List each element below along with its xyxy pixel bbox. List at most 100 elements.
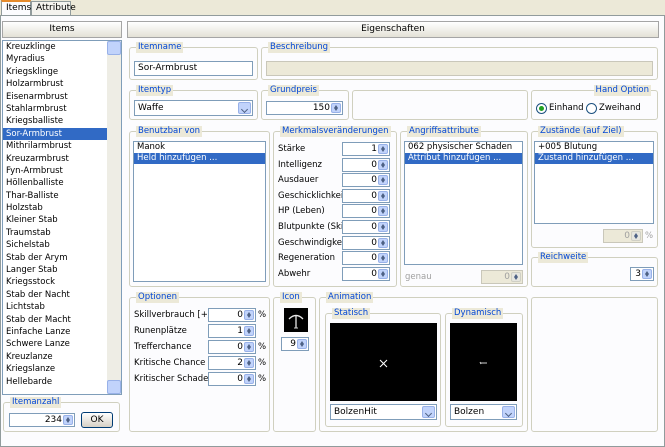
item-list-item[interactable]: Kriegslanze	[3, 363, 121, 375]
item-list-item[interactable]: Holzarmbrust	[3, 78, 121, 90]
zustand-list-item[interactable]: +005 Blutung	[535, 142, 653, 153]
item-list-item[interactable]: Hellebarde	[3, 376, 121, 388]
item-list-item[interactable]: Holzstab	[3, 202, 121, 214]
chevron-down-icon[interactable]	[238, 102, 251, 114]
spinner-arrows-icon[interactable]	[378, 206, 388, 217]
item-list-item[interactable]: Stab der Nacht	[3, 289, 121, 301]
spinner-arrows-icon[interactable]	[244, 326, 254, 336]
item-list-item[interactable]: Traumstab	[3, 227, 121, 239]
einhand-radio[interactable]	[536, 103, 547, 114]
chevron-down-icon[interactable]	[502, 406, 515, 418]
item-list-item[interactable]: Kreuzklinge	[3, 41, 121, 53]
angriff-list-item[interactable]: 062 physischer Schaden	[405, 142, 522, 153]
item-list-item[interactable]: Stahlarmbrust	[3, 103, 121, 115]
benutzbar-list-item[interactable]: Held hinzufügen ...	[134, 153, 265, 164]
spinner-arrows-icon[interactable]	[244, 358, 254, 368]
spinner-arrows-icon[interactable]	[378, 144, 388, 154]
spinner-arrows-icon[interactable]	[244, 342, 254, 352]
item-list-item[interactable]: Kleiner Stab	[3, 214, 121, 226]
merkmal-spinner[interactable]: 0	[342, 173, 390, 188]
itemname-input[interactable]: Sor-Armbrust	[134, 61, 253, 76]
merkmal-spinner[interactable]: 0	[342, 251, 390, 266]
item-list-item[interactable]: Kriegsstock	[3, 276, 121, 288]
spinner-arrows-icon[interactable]	[378, 222, 388, 232]
itemtyp-label: Itemtyp	[136, 85, 174, 96]
spinner-arrows-icon[interactable]	[378, 237, 388, 248]
spinner-arrows-icon[interactable]	[642, 269, 652, 279]
chevron-down-icon[interactable]	[422, 406, 435, 418]
statisch-select[interactable]: BolzenHit	[330, 404, 437, 420]
item-list-item[interactable]: Schwere Lanze	[3, 338, 121, 350]
option-spinner[interactable]: 0	[208, 308, 256, 322]
genau-spinner[interactable]: 0	[481, 270, 523, 284]
item-list-item[interactable]: Stab der Macht	[3, 314, 121, 326]
spinner-arrows-icon[interactable]	[297, 339, 307, 349]
item-list-item[interactable]: Thar-Balliste	[3, 190, 121, 202]
benutzbar-list-item[interactable]: Manok	[134, 142, 265, 153]
merkmal-spinner[interactable]: 0	[342, 235, 390, 250]
item-list-item[interactable]: Höllenballiste	[3, 177, 121, 189]
spinner-arrows-icon[interactable]	[244, 374, 254, 384]
option-spinner[interactable]: 0	[208, 372, 256, 386]
item-list-item[interactable]: Eisenarmbrust	[3, 91, 121, 103]
zweihand-radio[interactable]	[586, 103, 597, 114]
merkmal-spinner[interactable]: 0	[342, 188, 390, 203]
benutzbar-list[interactable]: Manok Held hinzufügen ...	[133, 141, 266, 282]
item-list-item[interactable]: Stab der Arym	[3, 252, 121, 264]
merkmal-spinner[interactable]: 0	[342, 266, 390, 281]
spinner-arrows-icon[interactable]	[378, 190, 388, 201]
spinner-arrows-icon[interactable]	[378, 159, 388, 170]
angriff-list-item[interactable]: Attribut hinzufügen ...	[405, 153, 522, 164]
reichweite-spinner[interactable]: 3	[630, 267, 654, 281]
item-list-item[interactable]: Kreuzlanze	[3, 351, 121, 363]
item-list-item[interactable]: Langer Stab	[3, 264, 121, 276]
tab-attribute[interactable]: Attribute	[31, 1, 76, 15]
zustaende-list[interactable]: +005 Blutung Zustand hinzufügen ...	[534, 141, 654, 224]
item-list-item[interactable]: Kreuzarmbrust	[3, 153, 121, 165]
beschreibung-input[interactable]	[266, 61, 653, 76]
merkmal-spinner[interactable]: 0	[342, 204, 390, 219]
item-list-item[interactable]: Sichelstab	[3, 239, 121, 251]
items-list[interactable]: Kreuzklinge Myradius Kriegsklinge Holzarmbr…	[2, 40, 122, 395]
angriff-list[interactable]: 062 physischer Schaden Attribut hinzufüge…	[404, 141, 523, 265]
spinner-arrows-icon[interactable]	[244, 310, 254, 320]
hit-cross-icon	[379, 359, 388, 368]
option-spinner[interactable]: 2	[208, 356, 256, 370]
merkmal-label: Intelligenz	[278, 159, 323, 170]
item-list-item[interactable]: Fyn-Armbrust	[3, 165, 121, 177]
item-icon-preview[interactable]	[284, 308, 308, 332]
item-list-item[interactable]: Einfache Lanze	[3, 326, 121, 338]
item-list-item[interactable]: Mithrilarmbrust	[3, 140, 121, 152]
itemanzahl-spinner[interactable]: 234	[9, 413, 75, 427]
merkmal-spinner[interactable]: 0	[342, 220, 390, 234]
merkmal-spinner[interactable]: 1	[342, 142, 390, 156]
item-list-item[interactable]: Sor-Armbrust	[3, 127, 121, 141]
item-list-item[interactable]: Lichtstab	[3, 301, 121, 313]
tab-items[interactable]: Items	[1, 0, 31, 15]
item-list-item[interactable]: Kriegsballiste	[3, 115, 121, 127]
grundpreis-spinner[interactable]: 150	[266, 101, 343, 115]
spinner-arrows-icon[interactable]	[331, 103, 341, 113]
merkmal-spinner[interactable]: 0	[342, 157, 390, 172]
dynamisch-select[interactable]: Bolzen	[450, 404, 517, 420]
scroll-up-button[interactable]	[107, 41, 121, 55]
spinner-arrows-icon[interactable]	[631, 231, 641, 241]
zustand-list-item[interactable]: Zustand hinzufügen ...	[535, 153, 653, 164]
scroll-down-button[interactable]	[107, 380, 121, 394]
itemtyp-select[interactable]: Waffe	[134, 100, 253, 116]
spinner-arrows-icon[interactable]	[378, 175, 388, 186]
items-scrollbar[interactable]	[107, 41, 121, 394]
crossbow-icon	[288, 314, 304, 329]
option-spinner[interactable]: 1	[208, 324, 256, 338]
item-list-item[interactable]: Myradius	[3, 53, 121, 65]
item-list-item[interactable]: Kriegsklinge	[3, 66, 121, 78]
spinner-arrows-icon[interactable]	[378, 253, 388, 264]
angriff-label: Angriffsattribute	[407, 126, 481, 137]
zustaende-pct-spinner[interactable]: 0	[603, 229, 643, 243]
ok-button[interactable]: OK	[81, 412, 113, 428]
spinner-arrows-icon[interactable]	[511, 272, 521, 282]
spinner-arrows-icon[interactable]	[378, 268, 388, 279]
spinner-arrows-icon[interactable]	[63, 415, 73, 425]
icon-spinner[interactable]: 9	[281, 337, 309, 351]
option-spinner[interactable]: 0	[208, 340, 256, 354]
